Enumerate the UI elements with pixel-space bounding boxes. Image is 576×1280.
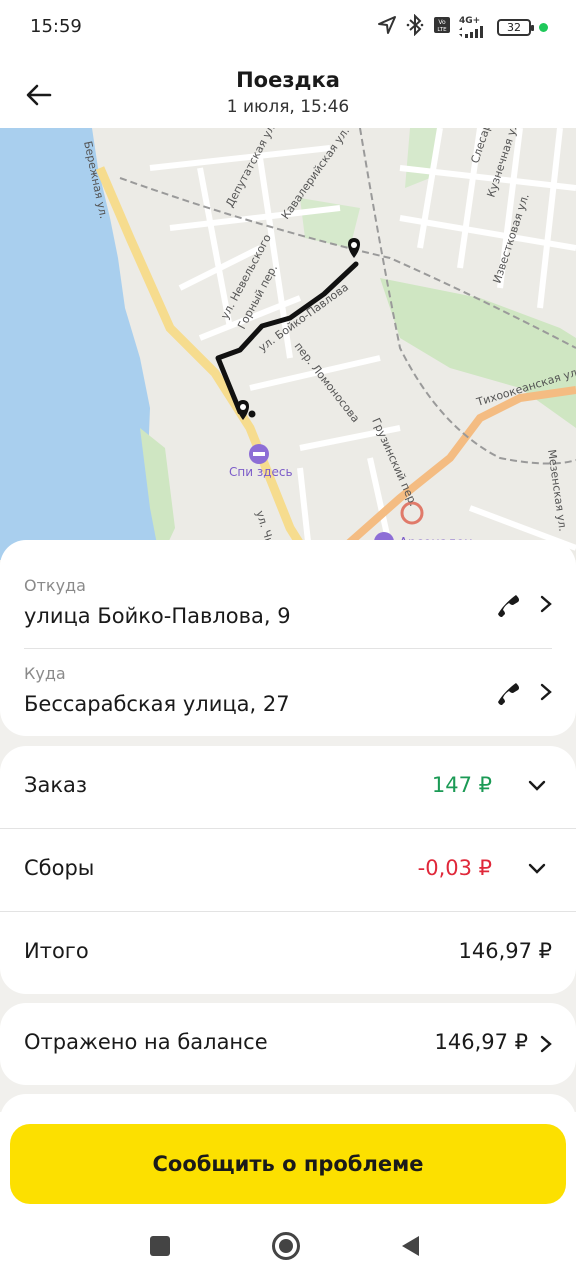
to-address-row[interactable]: Куда Бессарабская улица, 27 [24,650,552,738]
trip-datetime: 1 июля, 15:46 [226,97,350,117]
recent-apps-button[interactable] [142,1228,178,1264]
fees-row[interactable]: Сборы -0,03 ₽ [0,829,576,912]
home-button[interactable] [268,1228,304,1264]
divider [24,648,552,649]
location-arrow-icon [377,15,397,39]
balance-label: Отражено на балансе [24,1030,268,1054]
order-label: Заказ [24,773,88,797]
phone-icon[interactable] [494,678,522,706]
route-map[interactable]: Бережная ул. Депутатская ул. Кавалерийск… [0,128,576,560]
chevron-down-icon[interactable] [528,780,546,792]
chevron-down-icon[interactable] [528,863,546,875]
phone-icon[interactable] [494,590,522,618]
balance-row[interactable]: Отражено на балансе 146,97 ₽ [0,1003,576,1085]
from-address: улица Бойко-Павлова, 9 [24,604,291,628]
back-icon [402,1236,419,1256]
battery-icon: 32 [497,18,534,36]
network-type: 4G+ [459,15,481,26]
total-label: Итого [24,939,89,963]
status-icons: Vo LTE 4G+ 32 [377,13,548,40]
volte-icon: Vo LTE [433,16,451,38]
home-icon [272,1232,300,1260]
system-nav-bar [0,1222,576,1270]
status-time: 15:59 [30,16,82,37]
bottom-panel: Сообщить о проблеме [0,1112,576,1280]
to-label: Куда [24,664,66,683]
nav-back-button[interactable] [392,1228,428,1264]
order-row[interactable]: Заказ 147 ₽ [0,746,576,829]
from-label: Откуда [24,576,86,595]
chevron-right-icon [540,1035,552,1053]
top-bar: Поездка 1 июля, 15:46 [0,56,576,128]
total-amount: 146,97 ₽ [458,939,552,963]
chevron-right-icon [540,595,552,613]
green-dot-icon [539,22,548,32]
poi-label: Спи здесь [229,465,293,479]
balance-amount: 146,97 ₽ [434,1030,528,1054]
from-address-row[interactable]: Откуда улица Бойко-Павлова, 9 [24,562,552,650]
page-title: Поездка [236,68,340,92]
map-canvas: Бережная ул. Депутатская ул. Кавалерийск… [0,128,576,560]
chevron-right-icon [540,683,552,701]
fees-amount: -0,03 ₽ [417,856,492,880]
fees-label: Сборы [24,856,95,880]
svg-text:Vo: Vo [438,19,446,26]
svg-text:LTE: LTE [437,27,447,33]
bluetooth-icon [405,13,425,40]
to-address: Бессарабская улица, 27 [24,692,290,716]
status-bar: 15:59 Vo LTE 4G+ 32 [0,0,576,56]
price-card: Заказ 147 ₽ Сборы -0,03 ₽ Итого 146,97 ₽ [0,746,576,994]
recent-apps-icon [150,1236,170,1256]
signal-icon: 4G+ [459,15,489,38]
route-card: Откуда улица Бойко-Павлова, 9 Куда Бесса… [0,540,576,736]
total-row: Итого 146,97 ₽ [0,912,576,995]
order-amount: 147 ₽ [431,773,492,797]
report-problem-button[interactable]: Сообщить о проблеме [10,1124,566,1204]
